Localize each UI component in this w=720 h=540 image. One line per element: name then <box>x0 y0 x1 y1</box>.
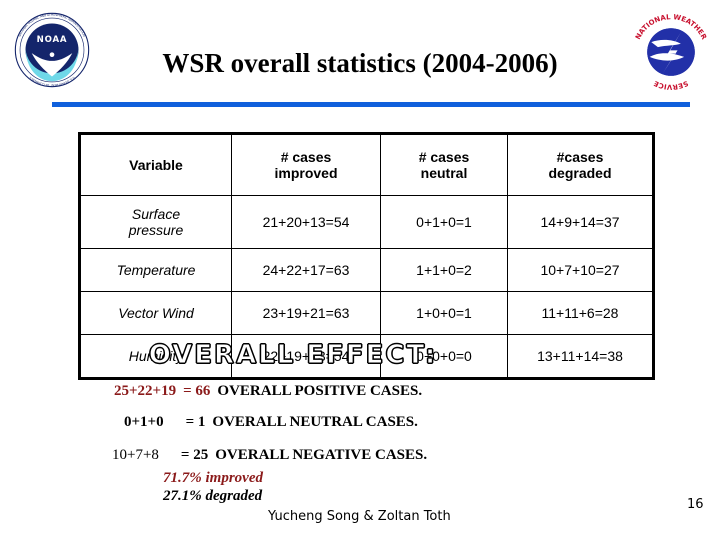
cell-improved: 23+19+21=63 <box>231 291 381 335</box>
neutral-total: = 1 <box>185 414 206 430</box>
negative-sum: 10+7+8 <box>112 447 159 463</box>
cell-neutral: 1+1+0=2 <box>380 248 508 292</box>
row-variable-name: Vector Wind <box>79 291 232 335</box>
svg-text:SERVICE: SERVICE <box>652 79 689 91</box>
column-header-neutral: # cases neutral <box>380 133 508 196</box>
cell-degraded: 14+9+14=37 <box>507 195 654 249</box>
nws-logo: NATIONAL WEATHER SERVICE <box>630 8 712 96</box>
column-header-improved: # cases improved <box>231 133 381 196</box>
table-row: Surface pressure 21+20+13=54 0+1+0=1 14+… <box>79 195 654 249</box>
positive-total: = 66 <box>183 383 211 399</box>
cell-degraded: 10+7+10=27 <box>507 248 654 292</box>
variable-line1: Surface <box>131 205 181 222</box>
header-improved-line2: improved <box>274 165 338 181</box>
cell-neutral: 0+1+0=1 <box>380 195 508 249</box>
table-row: Temperature 24+22+17=63 1+1+0=2 10+7+10=… <box>79 248 654 292</box>
header-neutral-line1: # cases <box>418 148 470 165</box>
header-degraded-line1: #cases <box>556 148 604 165</box>
summary-positive-cases: 25+22+19 = 66 OVERALL POSITIVE CASES. <box>114 383 422 400</box>
positive-sum: 25+22+19 <box>114 383 177 399</box>
row-variable-name: Surface pressure <box>79 195 232 249</box>
positive-label: OVERALL POSITIVE CASES. <box>217 383 423 399</box>
percent-improved: 71.7% improved <box>163 470 263 486</box>
cell-degraded: 13+11+14=38 <box>507 334 654 379</box>
cell-degraded: 11+11+6=28 <box>507 291 654 335</box>
cell-improved: 24+22+17=63 <box>231 248 381 292</box>
neutral-label: OVERALL NEUTRAL CASES. <box>212 414 418 430</box>
percent-degraded: 27.1% degraded <box>163 488 263 504</box>
cell-improved: 21+20+13=54 <box>231 195 381 249</box>
noaa-logo: NOAA NATIONAL OCEANIC AND ATMOSPHERIC AD… <box>13 11 91 89</box>
header-variable-line1: Variable <box>129 156 183 173</box>
header-degraded-line2: degraded <box>548 165 612 181</box>
column-header-variable: Variable <box>79 133 232 196</box>
negative-total: = 25 <box>180 447 209 463</box>
table-row: Vector Wind 23+19+21=63 1+0+0=1 11+11+6=… <box>79 291 654 335</box>
negative-label: OVERALL NEGATIVE CASES. <box>215 447 428 463</box>
title-divider <box>52 102 690 107</box>
variable-line2: pressure <box>128 222 184 238</box>
page-number: 16 <box>687 497 704 512</box>
authors-credit: Yucheng Song & Zoltan Toth <box>268 509 451 524</box>
summary-neutral-cases: 0+1+0 = 1 OVERALL NEUTRAL CASES. <box>124 414 418 431</box>
svg-text:NOAA: NOAA <box>37 35 68 45</box>
table-header-row: Variable # cases improved # cases neutra… <box>79 133 654 196</box>
summary-negative-cases: 10+7+8 = 25 OVERALL NEGATIVE CASES. <box>112 447 427 464</box>
neutral-sum: 0+1+0 <box>124 414 164 430</box>
cell-neutral: 1+0+0=1 <box>380 291 508 335</box>
page-title: WSR overall statistics (2004-2006) <box>162 48 558 78</box>
row-variable-name: Temperature <box>79 248 232 292</box>
header-neutral-line2: neutral <box>420 165 468 181</box>
overall-effect-heading: OVERALL EFFECT: <box>148 339 438 370</box>
column-header-degraded: #cases degraded <box>507 133 654 196</box>
header-improved-line1: # cases <box>280 148 332 165</box>
